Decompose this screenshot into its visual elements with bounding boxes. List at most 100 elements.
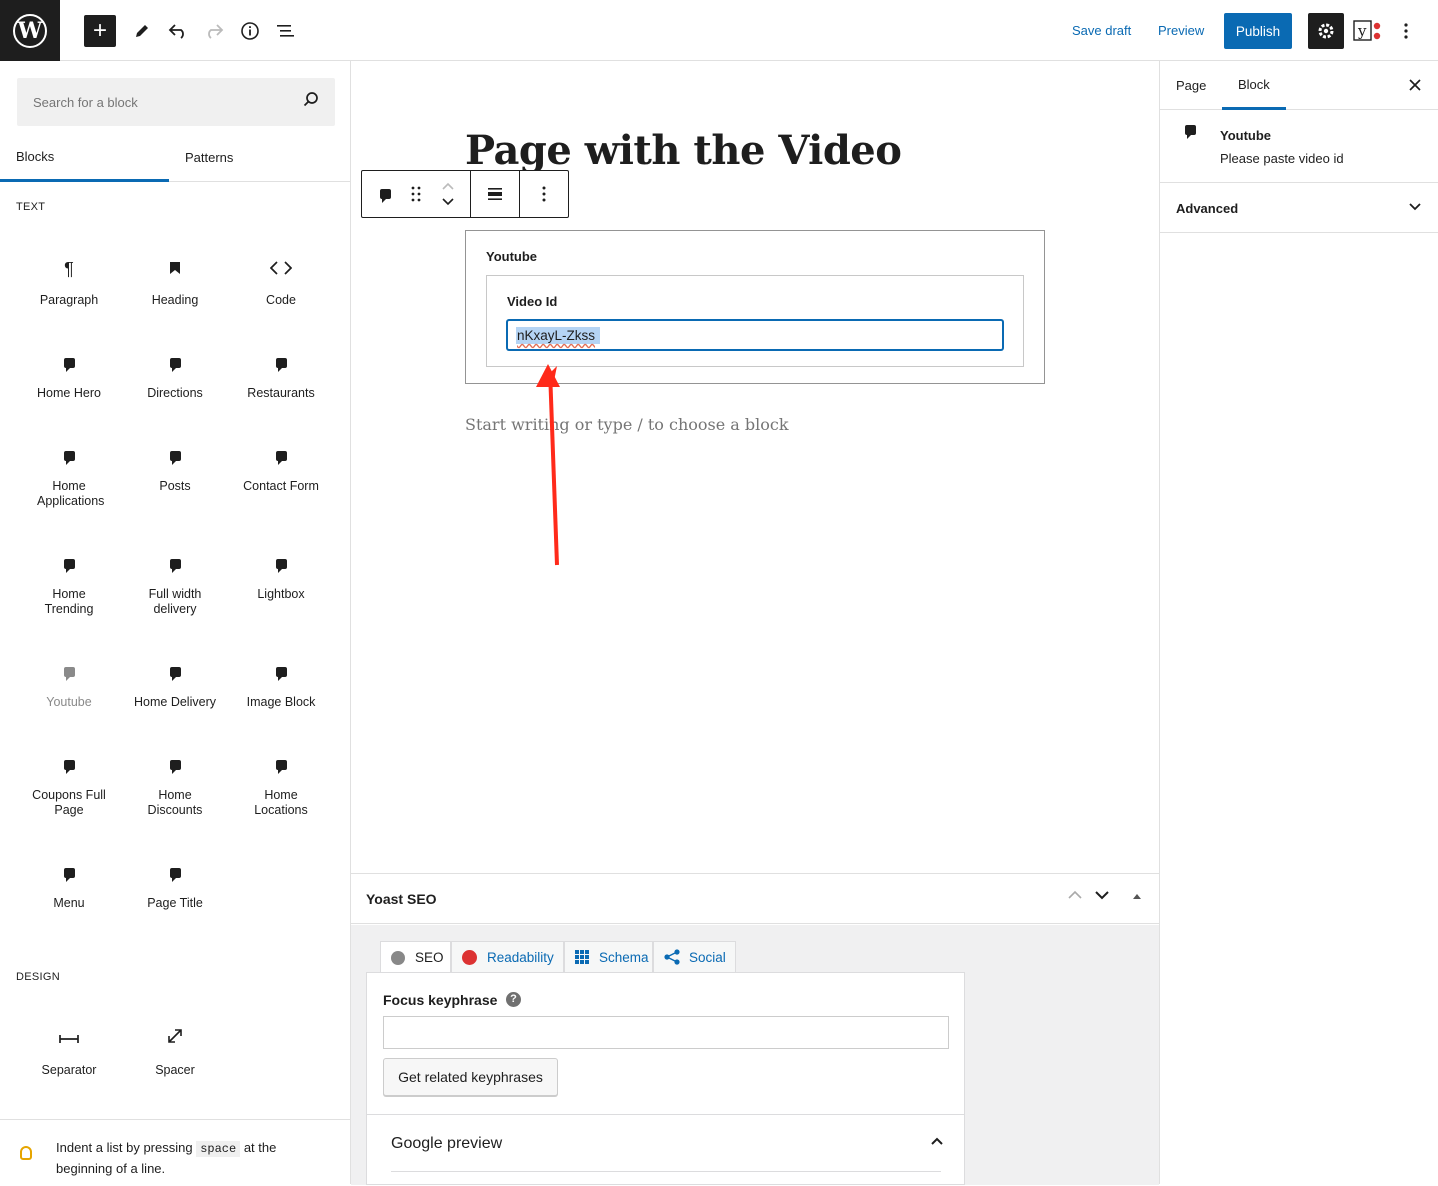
block-home-applications[interactable]: Home Applications — [16, 443, 122, 509]
block-options-button[interactable] — [520, 171, 568, 217]
block-label: Code — [266, 293, 296, 307]
focus-keyphrase-input[interactable] — [383, 1016, 949, 1049]
inserter-tip: Indent a list by pressing space at the b… — [0, 1119, 350, 1184]
move-up-chevron-icon[interactable] — [1067, 887, 1083, 905]
preview-button[interactable]: Preview — [1158, 23, 1204, 38]
undo-button[interactable] — [162, 15, 194, 47]
svg-text:y: y — [1357, 22, 1367, 40]
editor-canvas: Page with the Video Youtube Video Id nKx… — [351, 61, 1159, 873]
block-page-title[interactable]: Page Title — [122, 860, 228, 911]
close-icon[interactable] — [1409, 75, 1421, 96]
block-search-input[interactable] — [33, 92, 293, 112]
speech-bubble-icon — [16, 443, 122, 467]
block-code[interactable]: Code — [228, 257, 334, 308]
inserter-tabs: Blocks Patterns — [0, 133, 350, 182]
publish-button[interactable]: Publish — [1224, 13, 1292, 49]
move-down-chevron-icon[interactable] — [1094, 887, 1110, 905]
block-label: Full width delivery — [148, 587, 202, 616]
details-button[interactable] — [234, 15, 266, 47]
add-block-button[interactable]: + — [84, 15, 116, 47]
move-down-icon[interactable] — [442, 198, 454, 206]
yoast-header: Yoast SEO — [351, 874, 1159, 924]
share-icon — [664, 949, 680, 965]
speech-bubble-icon — [122, 752, 228, 776]
block-home-discounts[interactable]: Home Discounts — [122, 752, 228, 818]
google-preview-section[interactable]: Google preview — [367, 1114, 964, 1186]
save-draft-button[interactable]: Save draft — [1072, 23, 1131, 38]
block-menu[interactable]: Menu — [16, 860, 122, 911]
tab-label: SEO — [415, 950, 444, 965]
yoast-icon: y — [1353, 20, 1381, 41]
block-full-width-delivery[interactable]: Full width delivery — [122, 551, 228, 617]
spacer-icon — [122, 1027, 228, 1051]
schema-grid-icon — [575, 949, 590, 965]
tab-block[interactable]: Block — [1222, 61, 1286, 110]
speech-bubble-icon — [16, 551, 122, 575]
block-coupons-full-page[interactable]: Coupons Full Page — [16, 752, 122, 818]
yoast-tab-schema[interactable]: Schema — [564, 941, 653, 973]
block-home-delivery[interactable]: Home Delivery — [122, 659, 228, 710]
block-home-locations[interactable]: Home Locations — [228, 752, 334, 818]
block-restaurants[interactable]: Restaurants — [228, 350, 334, 401]
collapse-caret-icon[interactable] — [1132, 887, 1142, 905]
drag-handle-icon — [411, 186, 421, 202]
block-card-description: Please paste video id — [1220, 151, 1344, 166]
get-related-keyphrases-button[interactable]: Get related keyphrases — [383, 1058, 558, 1096]
wordpress-logo-button[interactable]: W — [0, 0, 60, 61]
yoast-title: Yoast SEO — [366, 891, 437, 907]
video-id-field-group: Video Id nKxayL-Zkss — [486, 275, 1024, 367]
settings-button[interactable] — [1308, 13, 1344, 49]
block-spacer[interactable]: Spacer — [122, 1027, 228, 1078]
block-contact-form[interactable]: Contact Form — [228, 443, 334, 494]
paragraph-icon: ¶ — [64, 259, 74, 279]
sidebar-tabs: Page Block — [1160, 61, 1438, 110]
block-toolbar — [361, 170, 569, 218]
yoast-tab-social[interactable]: Social — [653, 941, 736, 973]
youtube-block-title: Youtube — [486, 249, 538, 264]
block-label: Posts — [159, 479, 191, 493]
speech-bubble-icon — [228, 350, 334, 374]
wordpress-logo-icon: W — [13, 13, 47, 48]
speech-bubble-icon — [16, 860, 122, 884]
list-view-button[interactable] — [270, 15, 302, 47]
yoast-tab-seo[interactable]: SEO — [380, 941, 451, 974]
block-label: Heading — [151, 293, 199, 307]
block-search[interactable] — [17, 78, 335, 126]
block-home-trending[interactable]: Home Trending — [16, 551, 122, 617]
redo-button[interactable] — [198, 15, 230, 47]
heading-bookmark-icon — [122, 257, 228, 281]
advanced-panel-toggle[interactable]: Advanced — [1160, 183, 1438, 233]
gear-icon — [1318, 23, 1334, 39]
tab-patterns[interactable]: Patterns — [169, 133, 349, 182]
block-directions[interactable]: Directions — [122, 350, 228, 401]
block-home-hero[interactable]: Home Hero — [16, 350, 122, 401]
block-label: Home Applications — [37, 479, 105, 508]
tab-page[interactable]: Page — [1160, 61, 1222, 110]
block-heading[interactable]: Heading — [122, 257, 228, 308]
tab-blocks[interactable]: Blocks — [0, 133, 169, 182]
block-label: Home Discounts — [147, 788, 203, 817]
speech-bubble-icon — [122, 443, 228, 467]
align-button[interactable] — [471, 171, 519, 217]
page-title[interactable]: Page with the Video — [465, 127, 902, 174]
info-icon — [241, 22, 259, 40]
category-text-label: TEXT — [16, 201, 46, 213]
yoast-tab-readability[interactable]: Readability — [451, 941, 564, 973]
move-up-icon[interactable] — [442, 182, 454, 190]
search-icon[interactable] — [303, 91, 319, 112]
more-options-button[interactable] — [1394, 15, 1418, 47]
block-image-block[interactable]: Image Block — [228, 659, 334, 710]
speech-bubble-icon — [16, 752, 122, 776]
speech-bubble-icon — [379, 189, 391, 203]
edit-tools-button[interactable] — [126, 15, 158, 47]
lightbulb-icon — [20, 1146, 32, 1160]
block-lightbox[interactable]: Lightbox — [228, 551, 334, 602]
yoast-button[interactable]: y — [1352, 17, 1384, 45]
drag-handle[interactable] — [402, 171, 430, 217]
block-separator[interactable]: Separator — [16, 1027, 122, 1078]
block-appender-placeholder[interactable]: Start writing or type / to choose a bloc… — [465, 415, 789, 434]
block-paragraph[interactable]: ¶ Paragraph — [16, 257, 122, 308]
block-label: Coupons Full Page — [32, 788, 106, 817]
block-posts[interactable]: Posts — [122, 443, 228, 494]
help-question-icon[interactable]: ? — [506, 992, 521, 1007]
